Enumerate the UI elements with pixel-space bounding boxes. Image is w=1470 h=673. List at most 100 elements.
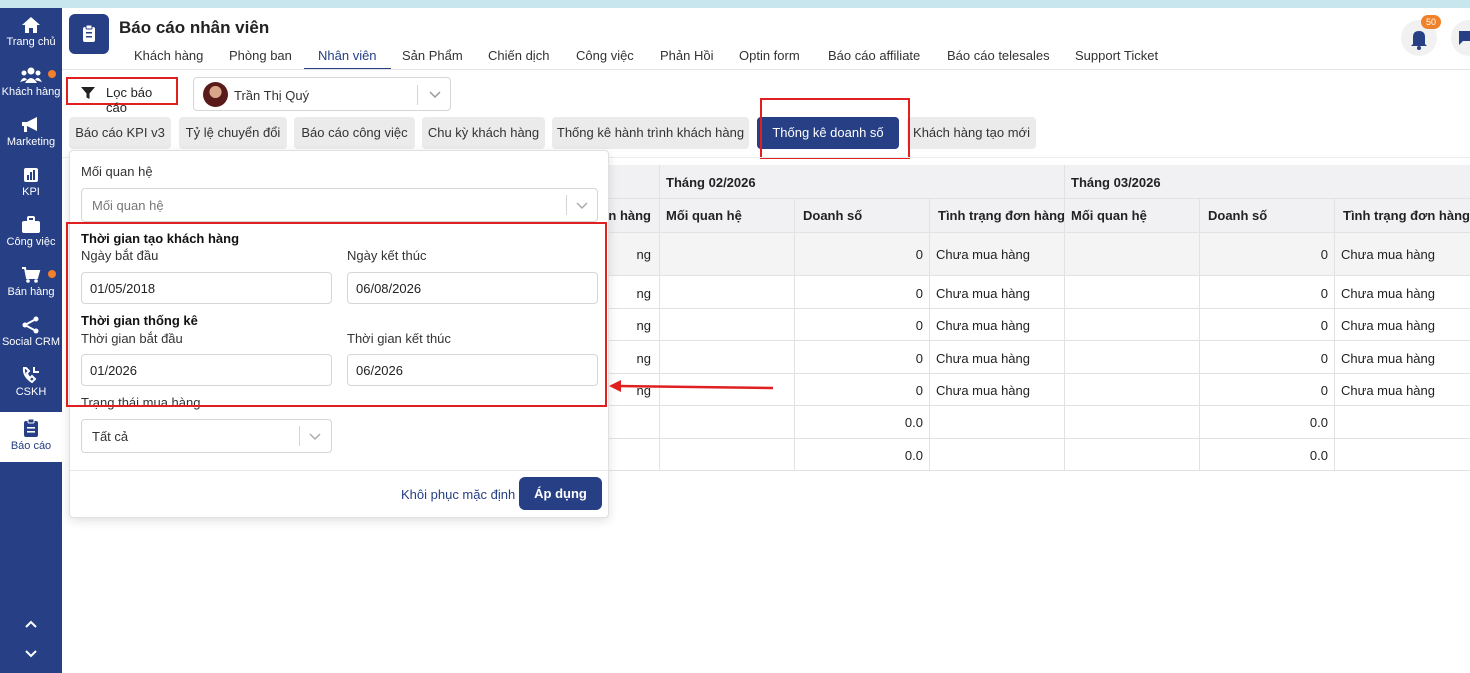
sidebar-item-kpi[interactable]: KPI — [0, 166, 62, 216]
table-cell: Chưa mua hàng — [930, 233, 1065, 276]
sidebar-item-home[interactable]: Trang chủ — [0, 16, 62, 66]
table-cell — [660, 439, 795, 471]
table-cell — [660, 309, 795, 341]
column-header: Mối quan hệ — [660, 199, 795, 233]
tab-affiliate-report[interactable]: Báo cáo affiliate — [814, 44, 934, 70]
sidebar-item-sales[interactable]: Bán hàng — [0, 266, 62, 316]
notification-dot — [48, 70, 56, 78]
table-cell: Chưa mua hàng — [930, 374, 1065, 406]
table-cell — [1335, 406, 1470, 439]
sidebar-item-label: KPI — [22, 186, 40, 198]
apply-button[interactable]: Áp dụng — [519, 477, 602, 510]
table-cell: 0 — [1200, 374, 1335, 406]
table-cell: Chưa mua hàng — [1335, 309, 1470, 341]
table-cell-partial: ng — [636, 247, 651, 262]
table-cell — [1065, 406, 1200, 439]
table-cell: 0.0 — [1200, 406, 1335, 439]
tab-task-report[interactable]: Báo cáo công việc — [294, 117, 415, 149]
sidebar-item-label: Social CRM — [1, 336, 61, 348]
tab-products[interactable]: Sản Phẩm — [388, 44, 477, 70]
table-cell: 0 — [1200, 233, 1335, 276]
chevron-up-icon[interactable] — [0, 616, 62, 632]
sidebar-item-label: CSKH — [15, 386, 47, 398]
sidebar: Trang chủ Khách hàng Marketing KPI Công … — [0, 8, 62, 673]
tab-optin-form[interactable]: Optin form — [725, 44, 814, 70]
table-cell: Chưa mua hàng — [1335, 276, 1470, 309]
tab-conversion-rate[interactable]: Tỷ lệ chuyển đổi — [179, 117, 287, 149]
chevron-down-icon[interactable] — [0, 646, 62, 662]
tab-departments[interactable]: Phòng ban — [215, 44, 306, 70]
employee-select[interactable]: Trần Thị Quý — [193, 77, 451, 111]
table-cell — [1065, 374, 1200, 406]
purchase-status-select[interactable]: Tất cả — [81, 419, 332, 453]
table-cell — [660, 341, 795, 374]
sidebar-item-tasks[interactable]: Công việc — [0, 216, 62, 266]
table-cell: 0 — [795, 341, 930, 374]
tab-customer-journey-stats[interactable]: Thống kê hành trình khách hàng — [552, 117, 749, 149]
messages-button[interactable] — [1451, 20, 1470, 56]
filter-button-label: Lọc báo cáo — [106, 85, 153, 115]
relationship-select[interactable]: Mối quan hệ — [81, 188, 598, 222]
tab-new-customers[interactable]: Khách hàng tạo mới — [907, 117, 1036, 149]
table-cell-partial: ng — [636, 318, 651, 333]
purchase-status-value: Tất cả — [92, 429, 129, 444]
select-divider — [417, 85, 418, 105]
table-cell: 0 — [795, 309, 930, 341]
tab-campaigns[interactable]: Chiến dịch — [474, 44, 563, 70]
reset-defaults-link[interactable]: Khôi phục mặc định — [401, 487, 515, 502]
sidebar-item-social-crm[interactable]: Social CRM — [0, 316, 62, 366]
tab-kpi-report-v3[interactable]: Báo cáo KPI v3 — [69, 117, 171, 149]
table-cell: 0.0 — [795, 439, 930, 471]
table-cell — [660, 406, 795, 439]
briefcase-icon — [22, 216, 40, 233]
table-cell — [1065, 309, 1200, 341]
sidebar-item-label: Công việc — [6, 236, 56, 248]
column-header: Tình trạng đơn hàng — [1335, 199, 1470, 233]
tab-tasks[interactable]: Công việc — [562, 44, 648, 70]
tab-customers[interactable]: Khách hàng — [120, 44, 217, 70]
table-cell: Chưa mua hàng — [1335, 341, 1470, 374]
avatar — [203, 82, 228, 107]
table-cell — [930, 406, 1065, 439]
table-cell — [1065, 233, 1200, 276]
sidebar-item-reports[interactable]: Báo cáo — [0, 412, 62, 462]
tab-employees[interactable]: Nhân viên — [304, 44, 391, 70]
chevron-down-icon — [576, 202, 588, 210]
phone-icon — [22, 367, 39, 384]
filter-report-button[interactable]: Lọc báo cáo — [66, 77, 178, 115]
table-cell: 0.0 — [795, 406, 930, 439]
chevron-down-icon — [429, 91, 441, 99]
table-cell — [1065, 276, 1200, 309]
sidebar-item-label: Báo cáo — [10, 440, 52, 452]
table-cell: 0 — [795, 276, 930, 309]
sidebar-item-cskh[interactable]: CSKH — [0, 366, 62, 416]
sidebar-item-customers[interactable]: Khách hàng — [0, 66, 62, 116]
notification-count-badge: 50 — [1421, 15, 1441, 29]
table-cell — [1065, 439, 1200, 471]
tab-feedback[interactable]: Phản Hồi — [646, 44, 727, 70]
table-cell: Chưa mua hàng — [930, 309, 1065, 341]
table-cell-partial: ng — [636, 286, 651, 301]
home-icon — [22, 17, 40, 33]
filter-icon — [81, 87, 95, 99]
notification-dot — [48, 270, 56, 278]
tab-telesales-report[interactable]: Báo cáo telesales — [933, 44, 1064, 70]
page-title: Báo cáo nhân viên — [119, 18, 270, 37]
annotation-arrow — [609, 380, 774, 392]
table-cell: Chưa mua hàng — [930, 341, 1065, 374]
megaphone-icon — [22, 117, 37, 132]
annotation-highlight-box — [760, 98, 910, 159]
table-cell: 0 — [1200, 309, 1335, 341]
panel-divider — [70, 470, 608, 471]
select-divider — [299, 426, 300, 446]
tab-support-ticket[interactable]: Support Ticket — [1061, 44, 1172, 70]
table-cell — [1065, 341, 1200, 374]
tab-customer-cycle[interactable]: Chu kỳ khách hàng — [422, 117, 545, 149]
table-cell — [930, 439, 1065, 471]
month-header: Tháng 03/2026 — [1065, 165, 1470, 199]
column-header: Doanh số — [795, 199, 930, 233]
column-header-partial: n hàng — [608, 208, 651, 223]
relationship-label: Mối quan hệ — [81, 164, 153, 179]
sidebar-item-marketing[interactable]: Marketing — [0, 116, 62, 166]
cart-icon — [22, 267, 41, 283]
